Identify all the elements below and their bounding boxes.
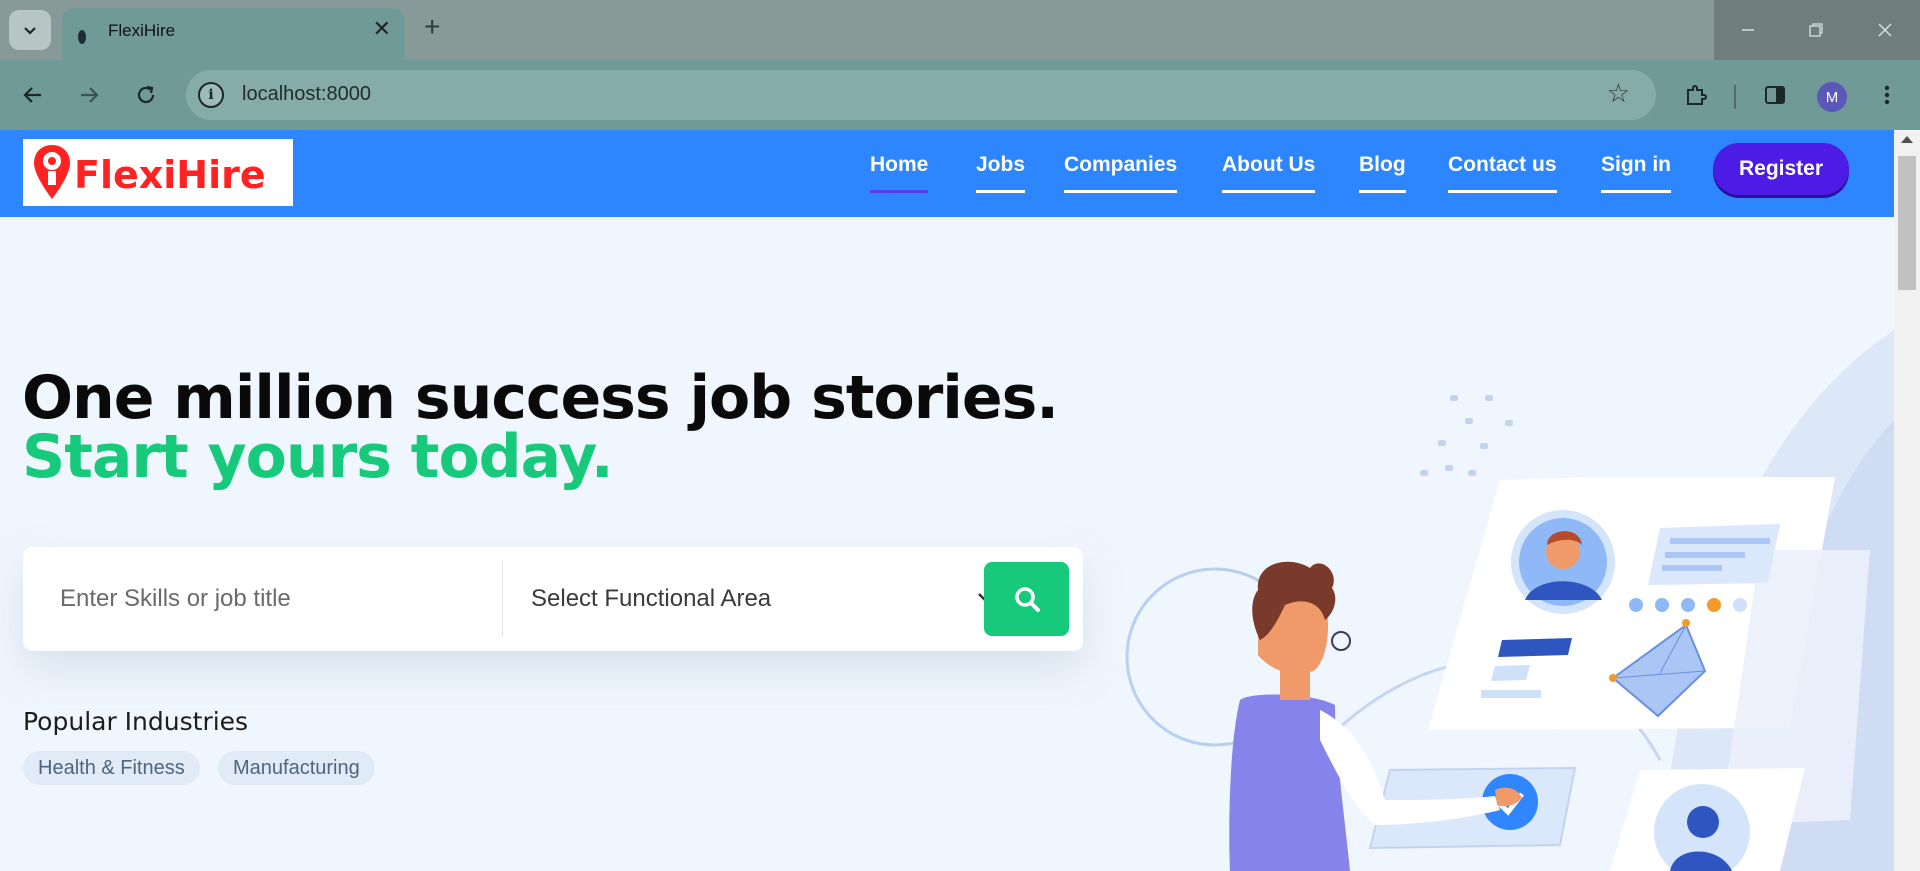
- tab-title: FlexiHire: [108, 21, 176, 40]
- nav-about-us[interactable]: About Us: [1222, 152, 1316, 193]
- search-icon: [1014, 587, 1040, 612]
- nav-jobs[interactable]: Jobs: [976, 152, 1026, 193]
- scrollbar-thumb[interactable]: [1898, 156, 1916, 290]
- new-tab-button[interactable]: +: [424, 13, 440, 41]
- nav-companies[interactable]: Companies: [1064, 152, 1178, 193]
- info-icon[interactable]: i: [198, 82, 224, 108]
- profile-avatar[interactable]: M: [1817, 82, 1847, 112]
- close-icon: [1878, 23, 1892, 37]
- arrow-right-icon: [81, 87, 99, 103]
- nav-sign-in[interactable]: Sign in: [1601, 152, 1671, 193]
- url-text[interactable]: localhost:8000: [242, 83, 371, 106]
- register-button[interactable]: Register: [1713, 143, 1849, 195]
- side-panel-button[interactable]: [1758, 78, 1792, 112]
- industry-chip-manufacturing[interactable]: Manufacturing: [218, 751, 375, 785]
- browser-tab-bar: FlexiHire ✕ +: [0, 0, 1920, 60]
- functional-area-value: Select Functional Area: [531, 585, 772, 612]
- hero-subheadline: Start yours today.: [22, 422, 614, 492]
- star-icon[interactable]: ☆: [1607, 80, 1630, 106]
- address-bar[interactable]: i localhost:8000 ☆: [186, 70, 1656, 120]
- arrow-left-icon: [23, 87, 41, 103]
- close-tab-icon[interactable]: ✕: [373, 18, 391, 40]
- functional-area-select[interactable]: Select Functional Area: [531, 561, 1001, 637]
- search-button[interactable]: [984, 562, 1069, 636]
- skills-search-input[interactable]: [23, 561, 501, 637]
- reload-button[interactable]: [129, 78, 163, 112]
- nav-home[interactable]: Home: [870, 152, 929, 193]
- browser-menu-button[interactable]: [1870, 78, 1904, 112]
- minimize-icon: [1742, 29, 1754, 31]
- tab-search-button[interactable]: [9, 10, 51, 50]
- side-panel-icon: [1765, 86, 1785, 104]
- restore-icon: [1809, 23, 1823, 37]
- back-button[interactable]: [16, 78, 50, 112]
- nav-blog[interactable]: Blog: [1359, 152, 1406, 193]
- kebab-menu-icon: [1884, 85, 1890, 105]
- extensions-button[interactable]: [1679, 78, 1713, 112]
- nav-contact-us[interactable]: Contact us: [1448, 152, 1557, 193]
- chevron-down-icon: [24, 27, 36, 35]
- favicon-icon: [78, 30, 86, 44]
- toolbar-divider: [1734, 85, 1736, 109]
- reload-icon: [137, 85, 155, 104]
- industry-chip-health-fitness[interactable]: Health & Fitness: [23, 751, 200, 785]
- scroll-up-icon[interactable]: [1901, 136, 1913, 143]
- page-scrollbar[interactable]: [1894, 130, 1920, 871]
- site-logo[interactable]: FlexiHire: [23, 139, 293, 206]
- browser-toolbar: i localhost:8000 ☆ M: [0, 60, 1920, 130]
- popular-industries-title: Popular Industries: [23, 707, 249, 736]
- puzzle-icon: [1687, 85, 1707, 105]
- restore-button[interactable]: [1782, 0, 1850, 60]
- hero-illustration: [1120, 300, 1894, 871]
- map-pin-icon: [34, 145, 70, 199]
- site-header: FlexiHire Home Jobs Companies About Us B…: [0, 130, 1894, 217]
- forward-button[interactable]: [72, 78, 106, 112]
- browser-tab[interactable]: FlexiHire ✕: [62, 8, 405, 60]
- logo-text: FlexiHire: [74, 153, 266, 197]
- minimize-button[interactable]: [1714, 0, 1782, 60]
- job-search-form: Select Functional Area: [23, 547, 1083, 651]
- search-divider: [502, 561, 503, 637]
- close-window-button[interactable]: [1850, 0, 1920, 60]
